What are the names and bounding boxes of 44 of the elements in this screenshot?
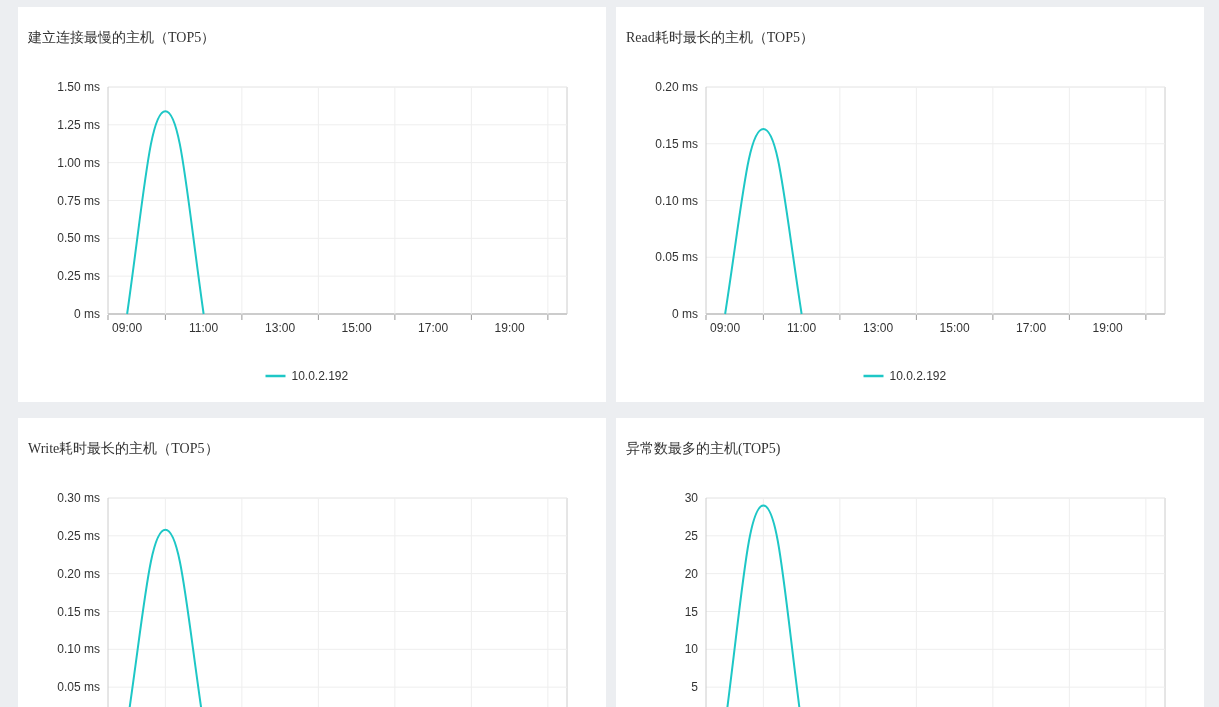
y-axis-label: 1.00 ms: [57, 155, 100, 170]
y-axis-label: 0.10 ms: [655, 193, 698, 208]
y-axis-label: 0.25 ms: [57, 269, 100, 284]
legend-label[interactable]: 10.0.2.192: [889, 369, 947, 383]
x-axis-label: 17:00: [1016, 321, 1047, 335]
y-axis-label: 0.75 ms: [57, 193, 100, 208]
y-axis-label: 0.20 ms: [655, 80, 698, 94]
x-axis-label: 09:00: [112, 321, 143, 335]
x-axis-label: 09:00: [710, 321, 741, 335]
y-axis-label: 0.25 ms: [57, 528, 100, 543]
chart-title: Write耗时最长的主机（TOP5）: [27, 440, 220, 458]
chart-title: Read耗时最长的主机（TOP5）: [625, 29, 815, 47]
chart-title: 异常数最多的主机(TOP5): [625, 440, 782, 458]
y-axis-label: 0.30 ms: [57, 491, 100, 505]
chart-title: 建立连接最慢的主机（TOP5）: [27, 29, 217, 47]
y-axis-label: 0.10 ms: [57, 642, 100, 657]
x-axis-label: 15:00: [341, 321, 372, 335]
y-axis-label: 0.05 ms: [57, 680, 100, 695]
y-axis-label: 30: [684, 491, 698, 505]
y-axis-label: 1.50 ms: [57, 80, 100, 94]
y-axis-label: 0.15 ms: [655, 136, 698, 151]
x-axis-label: 15:00: [939, 321, 970, 335]
x-axis-label: 13:00: [863, 321, 894, 335]
y-axis-label: 15: [684, 604, 698, 619]
x-axis-label: 19:00: [494, 321, 525, 335]
y-axis-label: 1.25 ms: [57, 117, 100, 132]
legend-swatch[interactable]: [265, 374, 286, 378]
x-axis-label: 11:00: [787, 321, 817, 335]
x-axis-label: 11:00: [189, 321, 219, 335]
y-axis-label: 20: [684, 566, 698, 581]
y-axis-label: 0 ms: [74, 307, 100, 321]
legend-label[interactable]: 10.0.2.192: [291, 369, 349, 383]
y-axis-label: 0.05 ms: [655, 250, 698, 265]
x-axis-label: 17:00: [418, 321, 449, 335]
x-axis-label: 19:00: [1092, 321, 1123, 335]
y-axis-label: 0 ms: [672, 307, 698, 321]
y-axis-label: 0.15 ms: [57, 604, 100, 619]
x-axis-label: 13:00: [265, 321, 296, 335]
y-axis-label: 0.20 ms: [57, 566, 100, 581]
y-axis-label: 25: [684, 528, 698, 543]
legend-swatch[interactable]: [863, 374, 884, 378]
y-axis-label: 0.50 ms: [57, 231, 100, 246]
y-axis-label: 5: [691, 680, 698, 695]
y-axis-label: 10: [684, 642, 698, 657]
